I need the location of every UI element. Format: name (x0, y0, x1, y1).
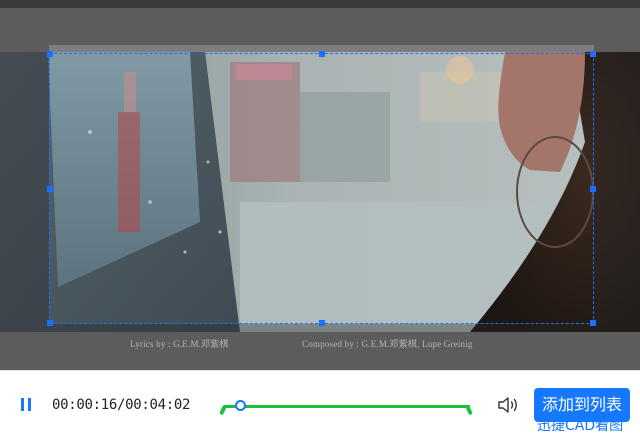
player-controls: 00:00:16/00:04:02 迅捷CAD看图 添加到列表 (0, 370, 640, 441)
range-start-handle[interactable] (219, 404, 227, 416)
pause-button[interactable] (14, 393, 38, 417)
crop-handle-left[interactable] (47, 185, 53, 192)
playhead-knob[interactable] (234, 400, 246, 411)
top-strip (0, 0, 640, 8)
pause-icon (21, 398, 24, 411)
crop-handle-bottom-left[interactable] (47, 320, 53, 326)
crop-handle-bottom-right[interactable] (590, 320, 596, 326)
crop-shade-top (0, 8, 640, 45)
video-area[interactable]: Lyrics by : G.E.M.邓紫棋 Composed by : G.E.… (0, 8, 640, 370)
time-display: 00:00:16/00:04:02 (52, 397, 191, 413)
subtitle-composer: Composed by : G.E.M.邓紫棋, Lupe Greinig (302, 339, 473, 349)
selected-range (224, 405, 470, 408)
crop-handle-bottom[interactable] (318, 320, 325, 326)
crop-selection[interactable] (47, 51, 596, 326)
pause-icon (28, 398, 31, 411)
progress-slider[interactable] (218, 395, 476, 419)
volume-button[interactable] (496, 393, 522, 417)
crop-handle-top-left[interactable] (47, 51, 53, 57)
add-to-list-button[interactable]: 添加到列表 (534, 388, 630, 422)
subtitle-lyrics: Lyrics by : G.E.M.邓紫棋 (130, 339, 229, 349)
range-end-handle[interactable] (465, 404, 473, 416)
crop-handle-top[interactable] (318, 51, 325, 57)
subtitle-bar: Lyrics by : G.E.M.邓紫棋 Composed by : G.E.… (0, 332, 640, 358)
crop-handle-right[interactable] (590, 185, 596, 192)
volume-icon (498, 397, 517, 413)
crop-handle-top-right[interactable] (590, 51, 596, 57)
